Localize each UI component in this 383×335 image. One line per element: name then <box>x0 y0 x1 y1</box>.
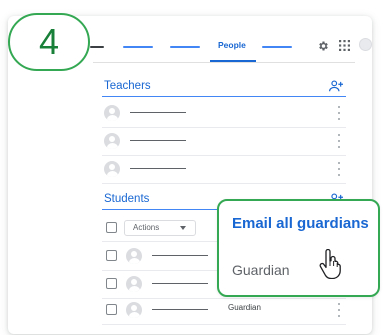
nav-divider <box>93 62 355 63</box>
more-vert-icon[interactable] <box>337 106 340 120</box>
more-vert-icon[interactable] <box>337 134 340 148</box>
teacher-name-placeholder <box>130 140 186 141</box>
more-vert-icon[interactable] <box>337 303 340 317</box>
nav-tab-placeholder[interactable] <box>170 46 200 48</box>
settings-gear-icon[interactable] <box>317 40 329 52</box>
teacher-row[interactable] <box>102 101 346 125</box>
dropdown-caret-icon <box>180 226 186 230</box>
row-divider <box>102 183 346 184</box>
guardian-menu-item[interactable]: Guardian <box>232 262 290 278</box>
teachers-section-rule <box>102 96 346 97</box>
guardian-menu-popup: Email all guardians Guardian <box>217 199 380 297</box>
teacher-name-placeholder <box>130 168 186 169</box>
step-number: 4 <box>38 21 60 62</box>
student-checkbox[interactable] <box>106 304 117 315</box>
row-divider <box>102 155 346 156</box>
teacher-name-placeholder <box>130 112 186 113</box>
actions-dropdown[interactable]: Actions <box>124 220 196 236</box>
person-avatar-icon <box>104 133 120 149</box>
student-row[interactable] <box>102 298 346 322</box>
student-name-placeholder <box>152 255 208 256</box>
add-teacher-icon[interactable] <box>329 80 343 92</box>
hand-pointer-cursor-icon <box>319 249 341 279</box>
student-checkbox[interactable] <box>106 278 117 289</box>
apps-grid-icon[interactable] <box>339 40 350 51</box>
students-section-title: Students <box>104 193 150 205</box>
tab-people[interactable]: People <box>218 40 246 50</box>
step-number-badge: 4 <box>8 13 90 71</box>
account-avatar-icon[interactable] <box>359 38 372 51</box>
person-avatar-icon <box>104 105 120 121</box>
teacher-row[interactable] <box>102 157 346 181</box>
row-divider <box>102 127 346 128</box>
student-name-placeholder <box>152 283 208 284</box>
more-vert-icon[interactable] <box>337 162 340 176</box>
nav-tab-placeholder[interactable] <box>123 46 153 48</box>
person-avatar-icon <box>104 161 120 177</box>
nav-tab-placeholder[interactable] <box>262 46 292 48</box>
actions-label: Actions <box>133 223 160 232</box>
email-all-guardians-menu-item[interactable]: Email all guardians <box>232 215 369 232</box>
nav-tab-placeholder[interactable] <box>90 46 104 48</box>
person-avatar-icon <box>126 302 142 318</box>
row-divider <box>102 324 346 325</box>
person-avatar-icon <box>126 276 142 292</box>
teacher-row[interactable] <box>102 129 346 153</box>
student-name-placeholder <box>152 309 208 310</box>
guardian-column-label: Guardian <box>228 303 261 312</box>
select-all-checkbox[interactable] <box>106 222 117 233</box>
person-avatar-icon <box>126 248 142 264</box>
student-checkbox[interactable] <box>106 250 117 261</box>
teachers-section-title: Teachers <box>104 80 151 92</box>
